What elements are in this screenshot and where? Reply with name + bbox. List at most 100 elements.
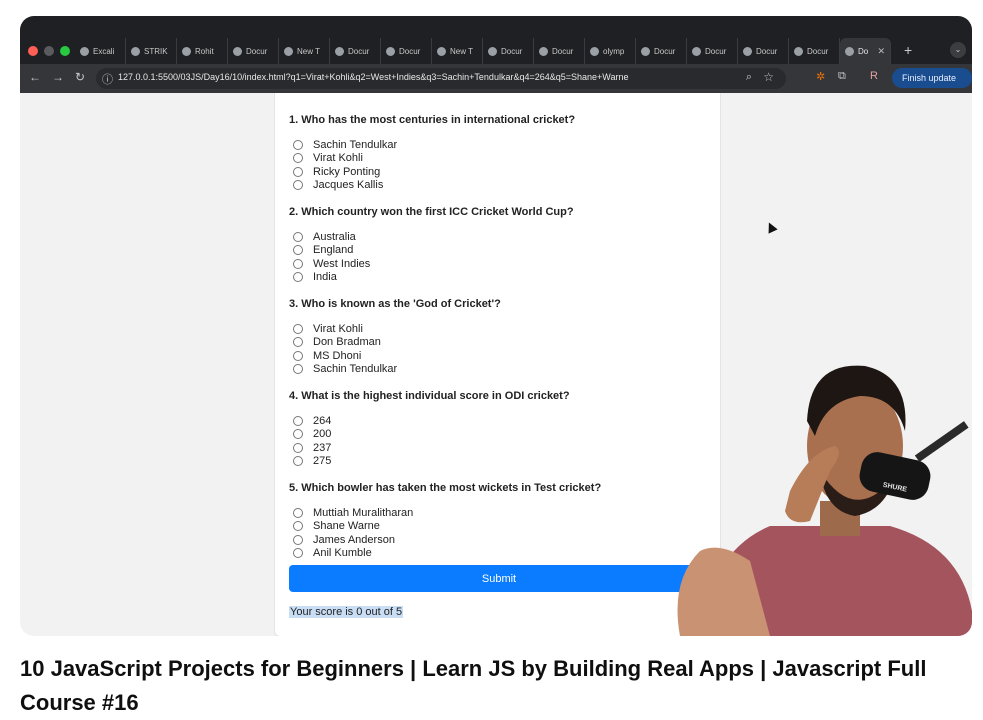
radio-button[interactable] [293, 323, 303, 334]
browser-tab[interactable]: New T [432, 38, 483, 64]
maximize-window-icon[interactable] [60, 46, 70, 56]
radio-button[interactable] [293, 245, 303, 256]
globe-icon [488, 46, 497, 56]
radio-button[interactable] [293, 429, 303, 440]
answer-option[interactable]: Virat Kohli [293, 152, 363, 165]
radio-button[interactable] [293, 166, 303, 177]
radio-button[interactable] [293, 272, 303, 283]
radio-button[interactable] [293, 442, 303, 453]
tab-label: Docur [399, 46, 421, 56]
reload-icon[interactable]: ↻ [75, 70, 85, 84]
answer-option[interactable]: West Indies [293, 257, 370, 270]
radio-button[interactable] [293, 534, 303, 545]
tab-label: Docur [348, 46, 370, 56]
video-title[interactable]: 10 JavaScript Projects for Beginners | L… [20, 652, 960, 720]
browser-tab[interactable]: Docur [738, 38, 789, 64]
close-window-icon[interactable] [28, 46, 38, 56]
close-tab-icon[interactable]: ✕ [877, 46, 885, 57]
browser-tab[interactable]: Docur [483, 38, 534, 64]
globe-icon [182, 46, 191, 56]
question-text: 3. Who is known as the 'God of Cricket'? [289, 298, 501, 310]
answer-option[interactable]: Don Bradman [293, 336, 381, 349]
forward-icon[interactable]: → [52, 70, 64, 84]
url-text[interactable]: 127.0.0.1:5500/03JS/Day16/10/index.html?… [118, 72, 628, 82]
answer-option[interactable]: 200 [293, 428, 331, 441]
extensions-puzzle-icon[interactable]: ⧉ [838, 70, 846, 83]
browser-tab[interactable]: Rohit [177, 38, 228, 64]
radio-button[interactable] [293, 139, 303, 150]
option-label: 264 [313, 414, 332, 427]
answer-option[interactable]: England [293, 244, 353, 257]
radio-button[interactable] [293, 507, 303, 518]
tab-label: Rohit [195, 46, 214, 56]
browser-tab[interactable]: Docur [636, 38, 687, 64]
answer-option[interactable]: Sachin Tendulkar [293, 138, 397, 151]
radio-button[interactable] [293, 153, 303, 164]
browser-tab[interactable]: Docur [789, 38, 840, 64]
radio-button[interactable] [293, 258, 303, 269]
option-label: Anil Kumble [313, 547, 372, 560]
answer-option[interactable]: Jacques Kallis [293, 179, 383, 192]
option-label: 237 [313, 441, 332, 454]
tab-label: New T [297, 46, 320, 56]
browser-tab[interactable]: Do ✕ [840, 38, 891, 64]
browser-tab[interactable]: Docur [228, 38, 279, 64]
chrome-icon [284, 46, 293, 56]
browser-tab[interactable]: Docur [381, 38, 432, 64]
profile-avatar[interactable]: R [870, 70, 878, 82]
tab-label: Docur [654, 46, 676, 56]
answer-option[interactable]: Sachin Tendulkar [293, 363, 397, 376]
answer-option[interactable]: 275 [293, 455, 331, 468]
minimize-window-icon[interactable] [44, 46, 54, 56]
browser-chrome: Excali STRIK Rohit Docur New T Docur Docur New … [20, 16, 972, 103]
answer-option[interactable]: Australia [293, 230, 356, 243]
answer-option[interactable]: Shane Warne [293, 520, 380, 533]
radio-button[interactable] [293, 364, 303, 375]
bookmark-star-icon[interactable]: ☆ [763, 70, 774, 84]
option-label: 275 [313, 455, 332, 468]
radio-button[interactable] [293, 337, 303, 348]
answer-option[interactable]: Muttiah Muralitharan [293, 506, 413, 519]
browser-tab[interactable]: Docur [330, 38, 381, 64]
browser-tab[interactable]: olymp [585, 38, 636, 64]
browser-tab[interactable]: Docur [687, 38, 738, 64]
option-label: 200 [313, 428, 332, 441]
video-thumbnail[interactable]: Excali STRIK Rohit Docur New T Docur Docur New … [20, 16, 972, 636]
browser-tab[interactable]: Docur [534, 38, 585, 64]
radio-button[interactable] [293, 180, 303, 191]
zoom-icon[interactable]: ⌕ [746, 71, 752, 84]
browser-tab[interactable]: STRIK [126, 38, 177, 64]
finish-update-button[interactable]: Finish update ⋮ [892, 68, 972, 103]
answer-option[interactable]: India [293, 271, 337, 284]
back-icon[interactable]: ← [29, 70, 41, 84]
submit-button[interactable]: Submit [289, 565, 709, 592]
tab-label: Docur [807, 46, 829, 56]
answer-option[interactable]: James Anderson [293, 533, 395, 546]
tab-search-icon[interactable]: ⌄ [950, 42, 966, 58]
radio-button[interactable] [293, 456, 303, 467]
question-text: 2. Which country won the first ICC Crick… [289, 206, 574, 218]
answer-option[interactable]: MS Dhoni [293, 349, 361, 362]
option-label: Virat Kohli [313, 322, 363, 335]
radio-button[interactable] [293, 415, 303, 426]
extension-icon[interactable]: ✲ [816, 70, 825, 83]
radio-button[interactable] [293, 231, 303, 242]
radio-button[interactable] [293, 548, 303, 559]
browser-tab[interactable]: New T [279, 38, 330, 64]
answer-option[interactable]: 264 [293, 414, 331, 427]
radio-button[interactable] [293, 350, 303, 361]
answer-option[interactable]: Anil Kumble [293, 547, 372, 560]
site-info-icon[interactable]: ⓘ [102, 71, 113, 87]
new-tab-icon[interactable]: + [904, 42, 912, 58]
answer-option[interactable]: Ricky Ponting [293, 165, 380, 178]
option-label: Don Bradman [313, 336, 381, 349]
option-label: Sachin Tendulkar [313, 363, 398, 376]
radio-button[interactable] [293, 521, 303, 532]
globe-icon [386, 46, 395, 56]
option-label: Australia [313, 230, 356, 243]
browser-tab[interactable]: Excali [75, 38, 126, 64]
presenter-webcam-overlay: SHURE [677, 365, 972, 636]
answer-option[interactable]: 237 [293, 441, 331, 454]
answer-option[interactable]: Virat Kohli [293, 322, 363, 335]
address-bar[interactable]: ⓘ 127.0.0.1:5500/03JS/Day16/10/index.htm… [96, 68, 786, 89]
